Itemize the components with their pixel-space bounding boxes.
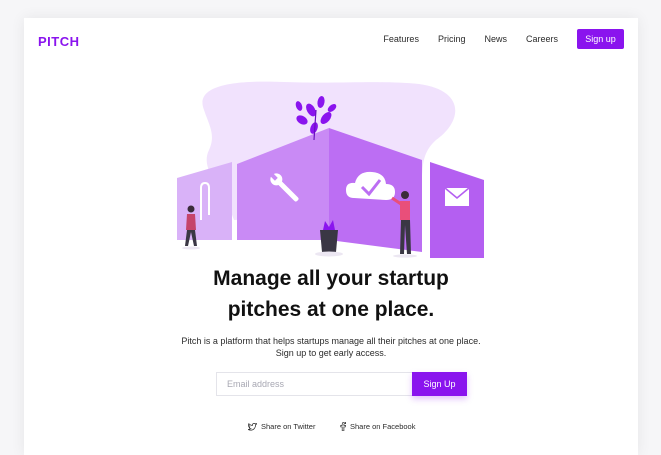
nav-pricing[interactable]: Pricing — [438, 34, 466, 44]
share-facebook-link[interactable]: Share on Facebook — [340, 422, 415, 431]
nav-features[interactable]: Features — [383, 34, 419, 44]
share-twitter-label: Share on Twitter — [261, 422, 316, 431]
headline-line-1: Manage all your startup — [213, 267, 449, 290]
mail-icon — [444, 187, 470, 206]
subtitle-line-1: Pitch is a platform that helps startups … — [181, 336, 481, 346]
nav-signup-button[interactable]: Sign up — [577, 29, 624, 49]
landing-page: PITCH Features Pricing News Careers Sign… — [24, 18, 638, 455]
signup-form: Sign Up — [216, 372, 467, 396]
nav-careers[interactable]: Careers — [526, 34, 558, 44]
top-nav: Features Pricing News Careers Sign up — [383, 29, 624, 49]
hero-illustration — [177, 81, 484, 258]
hero-subtitle: Pitch is a platform that helps startups … — [24, 335, 638, 359]
share-facebook-label: Share on Facebook — [350, 422, 416, 431]
signup-submit-button[interactable]: Sign Up — [412, 372, 467, 396]
nav-news[interactable]: News — [484, 34, 507, 44]
twitter-icon — [248, 422, 257, 431]
panel-mail — [430, 162, 484, 258]
panel-left — [177, 162, 232, 240]
facebook-icon — [340, 422, 346, 431]
subtitle-line-2: Sign up to get early access. — [275, 348, 387, 358]
headline-line-2: pitches at one place. — [227, 298, 435, 321]
hero-headline: Manage all your startup pitches at one p… — [24, 263, 638, 325]
share-twitter-link[interactable]: Share on Twitter — [248, 422, 315, 431]
logo[interactable]: PITCH — [38, 34, 80, 49]
email-field[interactable] — [216, 372, 412, 396]
